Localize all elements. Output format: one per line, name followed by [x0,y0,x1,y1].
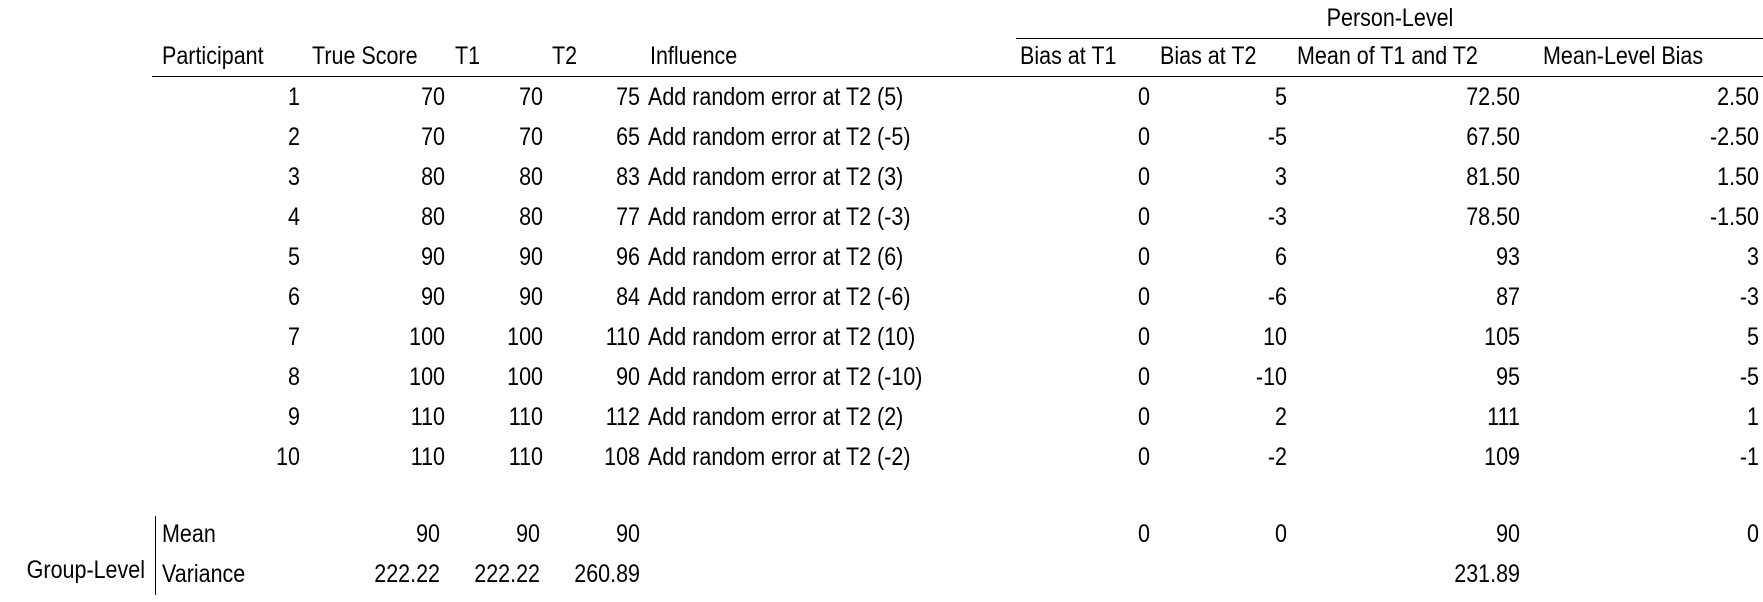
variance-t2: 260.89 [574,560,640,588]
variance-true-score: 222.22 [374,560,440,588]
column-header: Mean of T1 and T2 [1297,42,1478,70]
table-cell: -2.50 [1709,123,1759,151]
table-cell: 65 [616,123,640,151]
person-level-header: Person-Level [1326,4,1454,32]
table-cell: 95 [1496,363,1520,391]
table-cell: 81.50 [1466,163,1520,191]
table-cell: 83 [616,163,640,191]
group-level-label: Group-Level [26,556,145,584]
table-cell: 87 [1496,283,1520,311]
person-level-rule [1016,38,1763,39]
table-cell: 77 [616,203,640,231]
table-cell: -6 [1267,283,1287,311]
table-cell: Add random error at T2 (6) [648,243,904,271]
table-cell: 96 [616,243,640,271]
table-cell: Add random error at T2 (5) [648,83,904,111]
table-cell: 10 [1263,323,1287,351]
table-cell: 2 [1275,403,1287,431]
table-cell: 3 [1747,243,1759,271]
column-header: Bias at T2 [1160,42,1257,70]
table-cell: 72.50 [1466,83,1520,111]
mean-mean-t1-t2: 90 [1496,520,1520,548]
table-cell: Add random error at T2 (-10) [648,363,923,391]
table-cell: Add random error at T2 (-2) [648,443,911,471]
table-cell: Add random error at T2 (10) [648,323,916,351]
table-cell: 90 [616,363,640,391]
table-cell: 6 [1275,243,1287,271]
table-cell: 78.50 [1466,203,1520,231]
table-cell: -1.50 [1709,203,1759,231]
table-cell: -5 [1267,123,1287,151]
table-cell: 93 [1496,243,1520,271]
column-header: T2 [552,42,578,70]
table-cell: 3 [1275,163,1287,191]
mean-t2: 90 [616,520,640,548]
column-header: Participant [162,42,264,70]
mean-mean-level-bias: 0 [1747,520,1759,548]
table-cell: 67.50 [1466,123,1520,151]
table-cell: Add random error at T2 (-3) [648,203,911,231]
variance-t1: 222.22 [474,560,540,588]
table-cell: 5 [1275,83,1287,111]
table-cell: 111 [1487,403,1520,431]
table-cell: -3 [1739,283,1759,311]
mean-bias-t1: 0 [1138,520,1150,548]
table-cell: 112 [605,403,640,431]
column-header: Mean-Level Bias [1543,42,1704,70]
table-cell: -2 [1267,443,1287,471]
column-header: Bias at T1 [1020,42,1117,70]
table-cell: 75 [616,83,640,111]
mean-bias-t2: 0 [1275,520,1287,548]
table-cell: 1.50 [1717,163,1759,191]
table-cell: Add random error at T2 (-5) [648,123,911,151]
table-cell: Add random error at T2 (3) [648,163,904,191]
column-header: True Score [312,42,418,70]
column-header: T1 [455,42,481,70]
table-cell: -5 [1739,363,1759,391]
table-cell: Add random error at T2 (-6) [648,283,911,311]
mean-t1: 90 [516,520,540,548]
table-cell: 109 [1484,443,1520,471]
mean-true-score: 90 [416,520,440,548]
variance-mean-t1-t2: 231.89 [1454,560,1520,588]
table-cell: 105 [1484,323,1520,351]
table-cell: 110 [605,323,640,351]
mean-label: Mean [162,520,216,548]
table-cell: 84 [616,283,640,311]
table-cell: Add random error at T2 (2) [648,403,904,431]
table-cell: -3 [1267,203,1287,231]
table-cell: 1 [1747,403,1759,431]
table-cell: 108 [604,443,640,471]
table-cell: 5 [1747,323,1759,351]
column-header: Influence [650,42,738,70]
header-rule [152,76,1763,77]
variance-label: Variance [162,560,246,588]
table-cell: 2.50 [1717,83,1759,111]
group-level-rule [155,516,156,595]
table-cell: -10 [1255,363,1287,391]
table-cell: -1 [1739,443,1759,471]
